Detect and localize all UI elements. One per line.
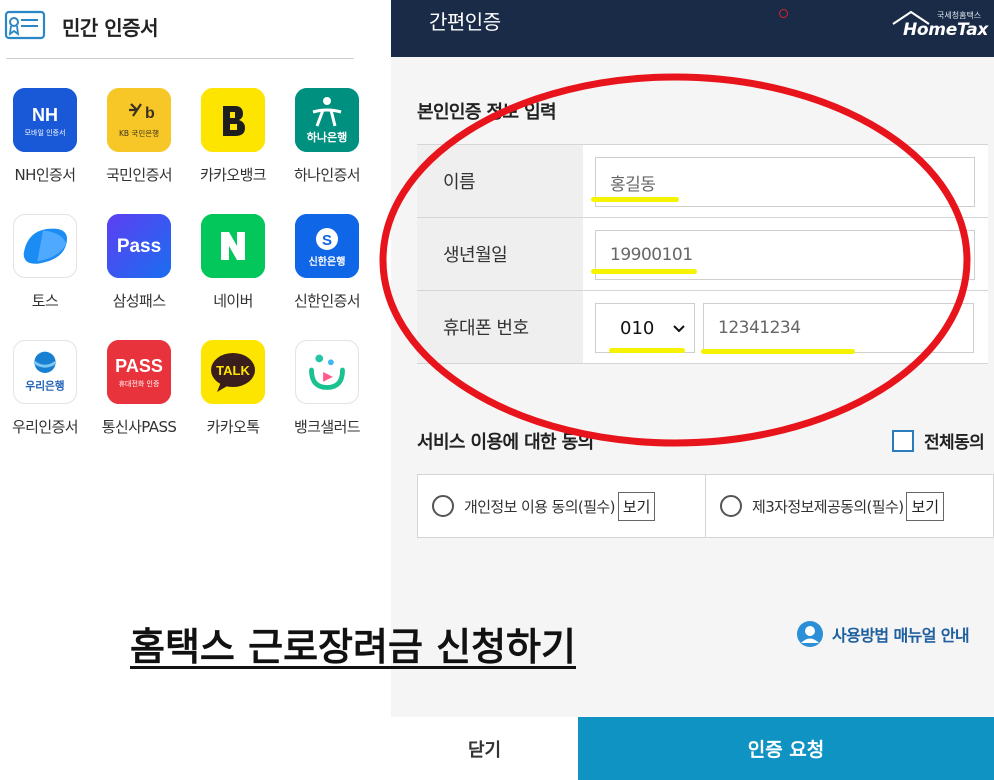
svg-text:Pass: Pass xyxy=(117,236,161,257)
consent-privacy-label: 개인정보 이용 동의(필수) xyxy=(464,497,615,516)
svg-text:모바일 인증서: 모바일 인증서 xyxy=(25,128,66,137)
highlight-mark xyxy=(609,348,685,353)
cert-kakaotalk[interactable]: TALK 카카오톡 xyxy=(188,340,278,437)
radio-button[interactable] xyxy=(432,495,454,517)
consent-options: 개인정보 이용 동의(필수) 보기 제3자정보제공동의(필수) 보기 xyxy=(417,474,994,538)
cert-banksalad[interactable]: 뱅크샐러드 xyxy=(282,340,372,437)
phone-row: 휴대폰 번호 010 12341234 xyxy=(417,291,988,364)
hana-icon: 하나은행 xyxy=(295,88,359,152)
hometax-logo: 국세청홈택스 HomeTax xyxy=(891,10,989,40)
cert-label: 토스 xyxy=(31,292,59,310)
identity-form: 이름 홍길동 생년월일 19900101 휴대폰 번호 010 12341234 xyxy=(417,144,988,364)
panel-title: 민간 인증서 xyxy=(62,15,158,40)
samsung-pass-icon: Pass xyxy=(107,214,171,278)
cert-label: 통신사PASS xyxy=(101,418,177,436)
phone-label: 휴대폰 번호 xyxy=(417,291,583,363)
woori-icon: 우리은행 xyxy=(13,340,77,404)
pass-icon: PASS 휴대전화 인증 xyxy=(107,340,171,404)
cert-label: 카카오뱅크 xyxy=(199,166,267,184)
cert-woori[interactable]: 우리은행 우리인증서 xyxy=(0,340,90,437)
name-label: 이름 xyxy=(417,145,583,217)
svg-text:휴대전화 인증: 휴대전화 인증 xyxy=(119,379,160,388)
phone-prefix-select[interactable]: 010 xyxy=(595,303,695,353)
kb-icon: b KB 국민은행 xyxy=(107,88,171,152)
nh-icon: NH 모바일 인증서 xyxy=(13,88,77,152)
consent-privacy[interactable]: 개인정보 이용 동의(필수) 보기 xyxy=(418,475,705,537)
red-dot-mark xyxy=(779,9,788,18)
shinhan-icon: S 신한은행 xyxy=(295,214,359,278)
phone-number-input[interactable]: 12341234 xyxy=(703,303,974,353)
manual-guide-link[interactable]: 사용방법 매뉴얼 안내 xyxy=(796,620,970,648)
svg-text:KB 국민은행: KB 국민은행 xyxy=(119,128,159,138)
cert-label: 네이버 xyxy=(213,292,253,310)
certificate-icon xyxy=(4,10,46,40)
cert-label: 우리인증서 xyxy=(11,418,79,436)
cert-hana[interactable]: 하나은행 하나인증서 xyxy=(282,88,372,185)
kakaobank-icon xyxy=(201,88,265,152)
panel-title: 간편인증 xyxy=(429,10,501,34)
toss-icon xyxy=(13,214,77,278)
cert-label: 하나인증서 xyxy=(293,166,361,184)
auth-request-button[interactable]: 인증 요청 xyxy=(578,717,994,780)
caption-text: 홈택스 근로장려금 신청하기 xyxy=(130,625,576,669)
birth-label: 생년월일 xyxy=(417,218,583,290)
svg-text:S: S xyxy=(322,232,332,249)
cert-nh[interactable]: NH 모바일 인증서 NH인증서 xyxy=(0,88,90,185)
cert-samsungpass[interactable]: Pass 삼성패스 xyxy=(94,214,184,311)
cert-label: 뱅크샐러드 xyxy=(293,418,361,436)
svg-text:PASS: PASS xyxy=(115,356,163,376)
cert-label: 삼성패스 xyxy=(112,292,166,310)
chevron-down-icon xyxy=(673,325,685,333)
birth-row: 생년월일 19900101 xyxy=(417,218,988,291)
name-row: 이름 홍길동 xyxy=(417,145,988,218)
banksalad-icon xyxy=(295,340,359,404)
all-agree-label: 전체동의 xyxy=(924,433,985,453)
highlight-mark xyxy=(591,269,697,274)
panel-header: 민간 인증서 xyxy=(4,8,158,44)
cert-kb[interactable]: b KB 국민은행 국민인증서 xyxy=(94,88,184,185)
cert-label: 국민인증서 xyxy=(105,166,173,184)
highlight-mark xyxy=(701,349,855,354)
user-icon xyxy=(797,621,823,647)
svg-text:신한은행: 신한은행 xyxy=(309,255,346,268)
name-field-cell: 홍길동 xyxy=(583,145,988,217)
view-third-party-button[interactable]: 보기 xyxy=(906,491,945,521)
cert-shinhan[interactable]: S 신한은행 신한인증서 xyxy=(282,214,372,311)
logo-text: HomeTax xyxy=(903,20,989,40)
view-privacy-button[interactable]: 보기 xyxy=(617,491,656,521)
naver-icon xyxy=(201,214,265,278)
manual-guide-label: 사용방법 매뉴얼 안내 xyxy=(832,626,970,645)
svg-text:하나은행: 하나은행 xyxy=(307,130,347,144)
radio-button[interactable] xyxy=(720,495,742,517)
cert-label: 신한인증서 xyxy=(293,292,361,310)
svg-text:TALK: TALK xyxy=(216,363,250,378)
cert-toss[interactable]: 토스 xyxy=(0,214,90,311)
phone-prefix-value: 010 xyxy=(620,317,655,339)
kakaotalk-icon: TALK xyxy=(201,340,265,404)
consent-third-party-label: 제3자정보제공동의(필수) xyxy=(752,497,904,516)
consent-third-party[interactable]: 제3자정보제공동의(필수) 보기 xyxy=(705,475,993,537)
highlight-mark xyxy=(591,197,679,202)
panel-topbar: 간편인증 국세청홈택스 HomeTax xyxy=(391,0,994,57)
checkbox-icon xyxy=(892,429,914,452)
svg-text:우리은행: 우리은행 xyxy=(25,379,64,392)
cert-pass[interactable]: PASS 휴대전화 인증 통신사PASS xyxy=(94,340,184,437)
cert-kakaobank[interactable]: 카카오뱅크 xyxy=(188,88,278,185)
cert-label: NH인증서 xyxy=(14,166,77,184)
screen: 민간 인증서 NH 모바일 인증서 NH인증서 b KB 국민은행 국민인증서 … xyxy=(0,0,994,780)
section-title: 본인인증 정보 입력 xyxy=(417,102,557,123)
consent-title: 서비스 이용에 대한 동의 xyxy=(417,432,594,453)
svg-text:b: b xyxy=(145,105,155,122)
all-agree-checkbox[interactable]: 전체동의 xyxy=(892,428,985,453)
close-button[interactable]: 닫기 xyxy=(391,717,578,780)
cert-naver[interactable]: 네이버 xyxy=(188,214,278,311)
phone-field-cell: 010 12341234 xyxy=(583,291,988,363)
divider xyxy=(6,58,354,59)
svg-text:NH: NH xyxy=(32,105,58,125)
cert-label: 카카오톡 xyxy=(206,418,260,436)
birth-field-cell: 19900101 xyxy=(583,218,988,290)
